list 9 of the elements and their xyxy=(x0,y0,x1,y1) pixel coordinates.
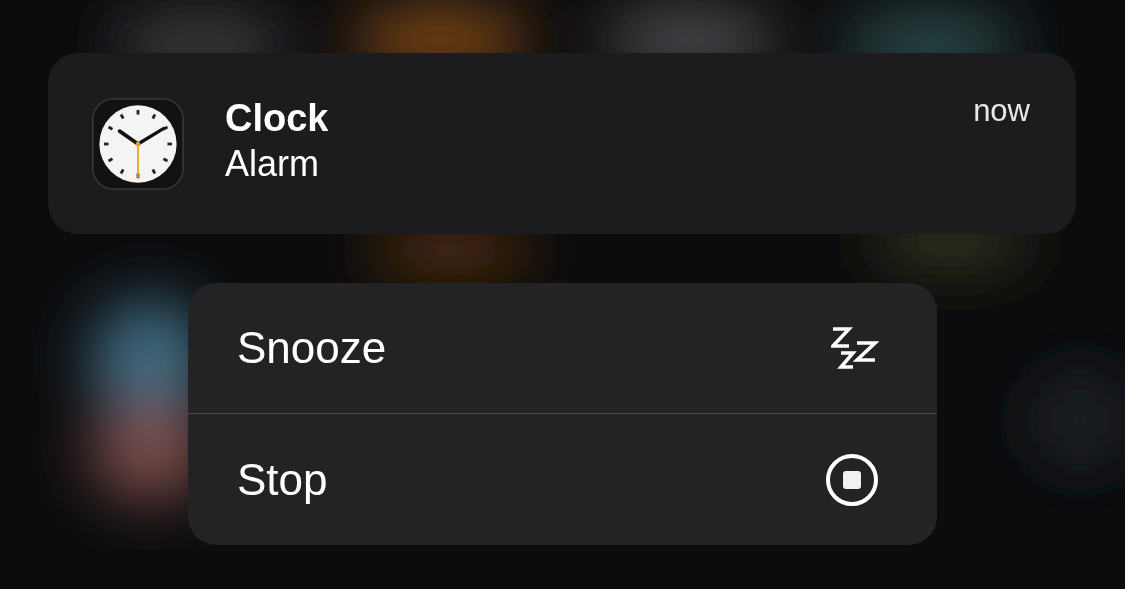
app-name: Clock xyxy=(225,96,329,141)
clock-icon xyxy=(92,98,184,190)
menu-item[interactable]: Stop xyxy=(188,414,937,545)
notification-message: Alarm xyxy=(225,142,320,186)
notification-time: now xyxy=(973,93,1030,129)
notification-card[interactable]: Clock Alarm now xyxy=(48,53,1076,234)
snooze-icon xyxy=(831,326,879,370)
stop-icon xyxy=(825,452,879,507)
menu-item[interactable]: Snooze xyxy=(188,283,937,414)
